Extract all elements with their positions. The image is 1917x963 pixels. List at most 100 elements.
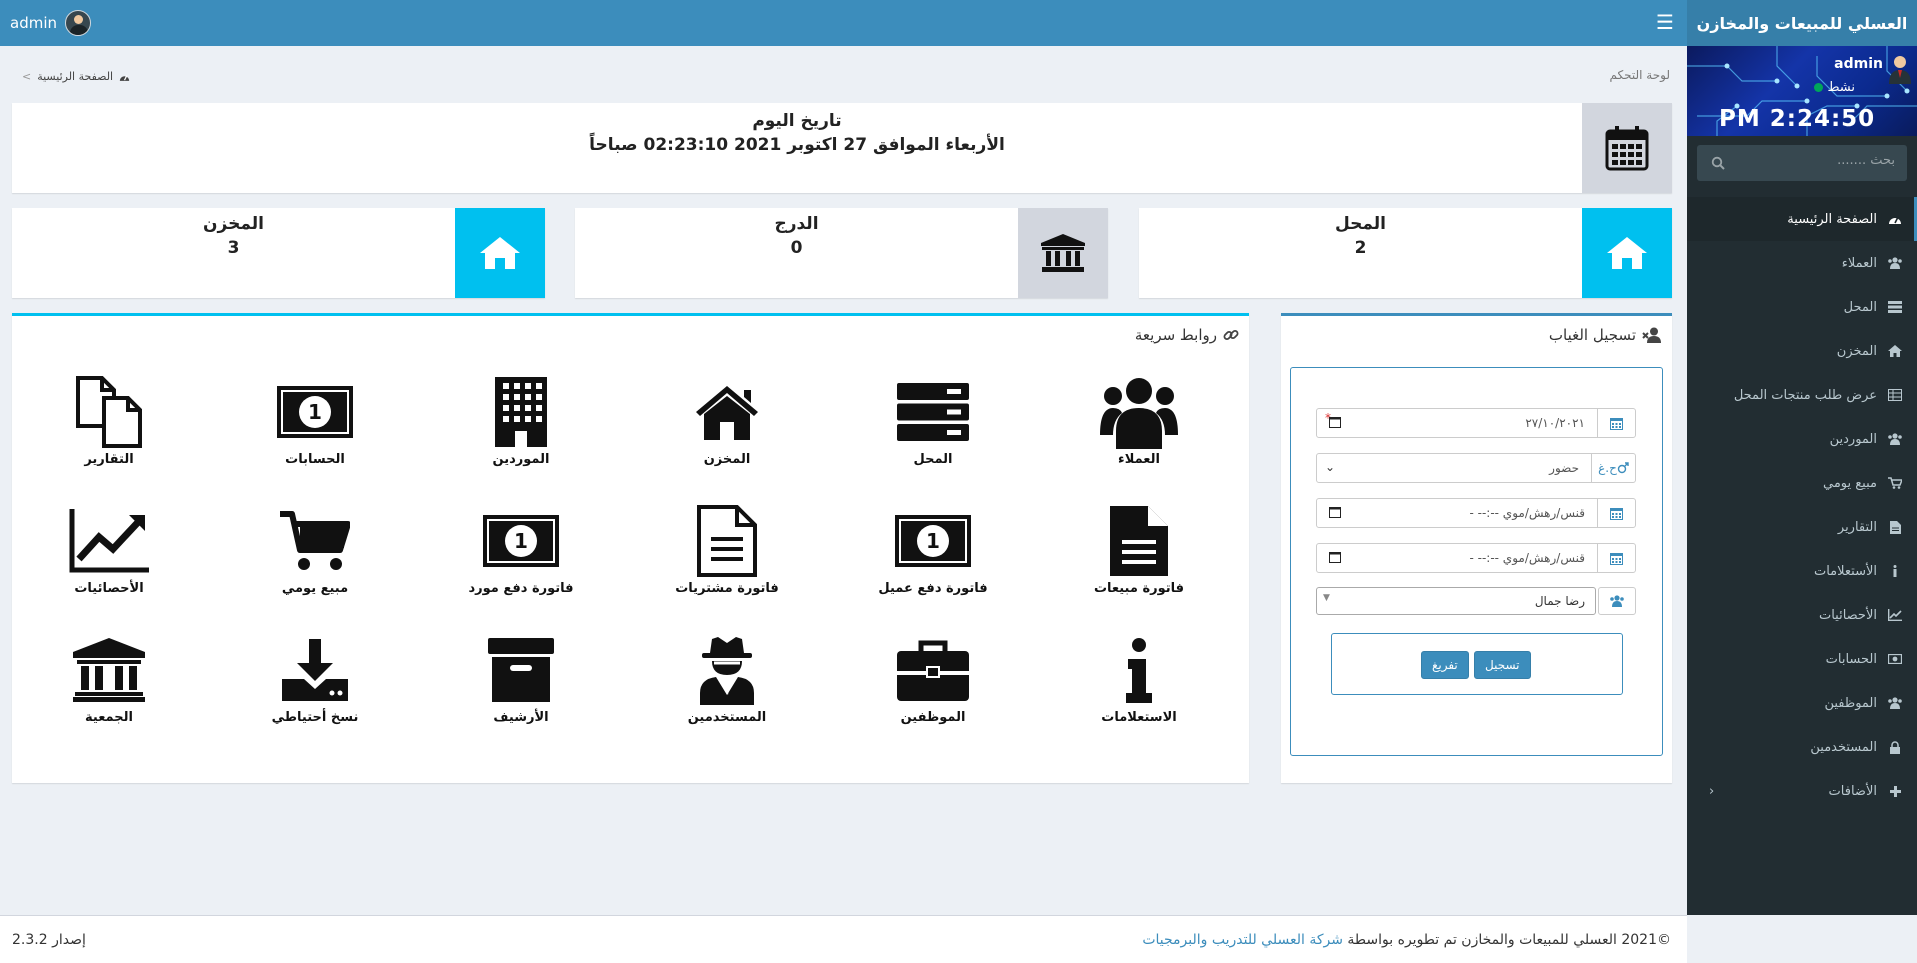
brand-logo[interactable]: العسلي للمبيعات والمخازن (1687, 0, 1917, 46)
quick-link-suppliers[interactable]: الموردين (418, 374, 624, 503)
save-button[interactable]: تسجيل (1474, 651, 1531, 679)
sidebar-item-inquiries[interactable]: الأستعلامات (1687, 549, 1917, 593)
info-box-icon (1582, 208, 1672, 298)
type-addon: ح.غ (1591, 454, 1635, 482)
end-time-field[interactable]: قنس/رهش/موي --:-- - (1316, 543, 1636, 573)
sidebar-item-warehouse[interactable]: المخزن (1687, 329, 1917, 373)
breadcrumb-home-link[interactable]: الصفحة الرئيسية (37, 70, 113, 83)
user-avatar[interactable] (65, 10, 91, 36)
quick-link-daily-sale[interactable]: مبيع يومي (212, 503, 418, 632)
money-icon: 1 (481, 503, 561, 579)
info-box-shop[interactable]: المحل 2 (1139, 208, 1672, 298)
lock-icon (1887, 740, 1903, 754)
info-box-warehouse[interactable]: المخزن 3 (12, 208, 545, 298)
search-input[interactable] (1735, 153, 1895, 168)
info-box-icon (1018, 208, 1108, 298)
sidebar-item-suppliers[interactable]: الموردين (1687, 417, 1917, 461)
money-icon: 1 (893, 503, 973, 579)
user-panel-avatar (1889, 56, 1911, 84)
quick-link-accounts[interactable]: 1 الحسابات (212, 374, 418, 503)
quick-link-sales-invoice[interactable]: فاتورة مبيعات (1036, 503, 1242, 632)
user-menu[interactable]: admin (10, 10, 91, 36)
quick-link-association[interactable]: الجمعية (6, 632, 212, 761)
sidebar-item-users[interactable]: المستخدمين (1687, 725, 1917, 769)
quick-link-archive[interactable]: الأرشيف (418, 632, 624, 761)
sidebar-item-accounts[interactable]: الحسابات (1687, 637, 1917, 681)
sidebar-item-shop-requests[interactable]: عرض طلب منتجات المحل (1687, 373, 1917, 417)
calendar-icon (1610, 507, 1623, 520)
main-footer: ©2021 العسلي للمبيعات والمخازن تم تطويره… (0, 915, 1687, 963)
quick-link-label: الاستعلامات (1101, 710, 1177, 725)
quick-link-label: الجمعية (85, 710, 133, 725)
quick-link-warehouse[interactable]: المخزن (624, 374, 830, 503)
sidebar-item-label: المحل (1843, 299, 1877, 315)
user-panel-name: admin (1834, 56, 1883, 72)
field-addon (1598, 587, 1636, 615)
sidebar-item-statistics[interactable]: الأحصائيات (1687, 593, 1917, 637)
quick-links-title: روابط سريعة (1135, 326, 1239, 344)
top-username[interactable]: admin (10, 14, 57, 32)
form-actions: تسجيل تفريغ (1331, 633, 1623, 695)
company-link[interactable]: شركة العسلي للتدريب والبرمجيات (1142, 932, 1343, 948)
sidebar-item-label: الموردين (1829, 431, 1877, 447)
sidebar-toggle-icon[interactable]: ☰ (1656, 12, 1676, 32)
quick-link-inquiries[interactable]: الاستعلامات (1036, 632, 1242, 761)
date-icon-box (1582, 103, 1672, 193)
user-times-icon (1642, 327, 1661, 343)
sidebar-item-label: المخزن (1836, 343, 1877, 359)
sidebar-item-reports[interactable]: التقارير (1687, 505, 1917, 549)
time-placeholder: قنس/رهش/موي --:-- - (1469, 506, 1585, 520)
home-icon (1607, 237, 1647, 269)
sidebar-item-customers[interactable]: العملاء (1687, 241, 1917, 285)
attendance-type-select[interactable]: ح.غ حضور ⌄ (1316, 453, 1636, 483)
field-addon (1597, 409, 1635, 437)
quick-link-statistics[interactable]: الأحصائيات (6, 503, 212, 632)
quick-link-users[interactable]: المستخدمين (624, 632, 830, 761)
info-box-icon (455, 208, 545, 298)
quick-link-label: فاتورة مشتريات (675, 581, 779, 596)
search-icon[interactable] (1711, 156, 1725, 170)
briefcase-icon (893, 632, 973, 708)
quick-link-label: الحسابات (285, 452, 345, 467)
info-box-drawer[interactable]: الدرج 0 (575, 208, 1108, 298)
sidebar-item-label: عرض طلب منتجات المحل (1733, 387, 1877, 403)
breadcrumb: < الصفحة الرئيسية (22, 70, 130, 83)
quick-link-shop[interactable]: المحل (830, 374, 1036, 503)
info-box-label: المخزن (203, 214, 264, 234)
sidebar-search (1697, 145, 1907, 181)
quick-link-employees[interactable]: الموظفين (830, 632, 1036, 761)
start-time-field[interactable]: قنس/رهش/موي --:-- - (1316, 498, 1636, 528)
employee-select-group: رضا جمال ▼ (1316, 587, 1636, 617)
absence-date-field[interactable]: ٢٧/١٠/٢٠٢١ * (1316, 408, 1636, 438)
caret-down-icon: ▼ (1323, 593, 1330, 603)
users-icon (1610, 595, 1624, 607)
quick-link-customers[interactable]: العملاء (1036, 374, 1242, 503)
quick-link-reports[interactable]: التقارير (6, 374, 212, 503)
users-icon (1887, 256, 1903, 270)
sidebar-item-daily-sale[interactable]: مبيع يومي (1687, 461, 1917, 505)
file-icon (1099, 503, 1179, 579)
type-value: حضور (1549, 461, 1579, 475)
sidebar-item-label: التقارير (1837, 519, 1877, 535)
users-icon (1099, 374, 1179, 450)
chart-icon (1887, 608, 1903, 622)
sidebar-item-label: الأحصائيات (1818, 607, 1877, 623)
quick-link-purchase-invoice[interactable]: فاتورة مشتريات (624, 503, 830, 632)
absence-form: ٢٧/١٠/٢٠٢١ * ح.غ حضور ⌄ قنس/رهش/موي --:-… (1290, 367, 1663, 756)
employee-select[interactable]: رضا جمال ▼ (1316, 587, 1596, 615)
plus-icon (1887, 784, 1903, 798)
date-picker-icon[interactable] (1329, 551, 1341, 563)
sidebar-item-home[interactable]: الصفحة الرئيسية (1687, 197, 1917, 241)
clear-button[interactable]: تفريغ (1421, 651, 1469, 679)
date-picker-icon[interactable] (1329, 416, 1341, 428)
date-picker-icon[interactable] (1329, 506, 1341, 518)
quick-link-supplier-payment[interactable]: 1 فاتورة دفع مورد (418, 503, 624, 632)
sidebar-menu: الصفحة الرئيسية العملاء المحل المخزن عرض… (1687, 197, 1917, 813)
calendar-icon (1610, 417, 1623, 430)
sidebar-item-employees[interactable]: الموظفين (1687, 681, 1917, 725)
quick-link-backup[interactable]: نسخ أحتياطي (212, 632, 418, 761)
quick-link-customer-payment[interactable]: 1 فاتورة دفع عميل (830, 503, 1036, 632)
sidebar-item-addons[interactable]: الأضافات ‹ (1687, 769, 1917, 813)
sidebar-item-shop[interactable]: المحل (1687, 285, 1917, 329)
quick-link-label: الموردين (492, 452, 550, 467)
